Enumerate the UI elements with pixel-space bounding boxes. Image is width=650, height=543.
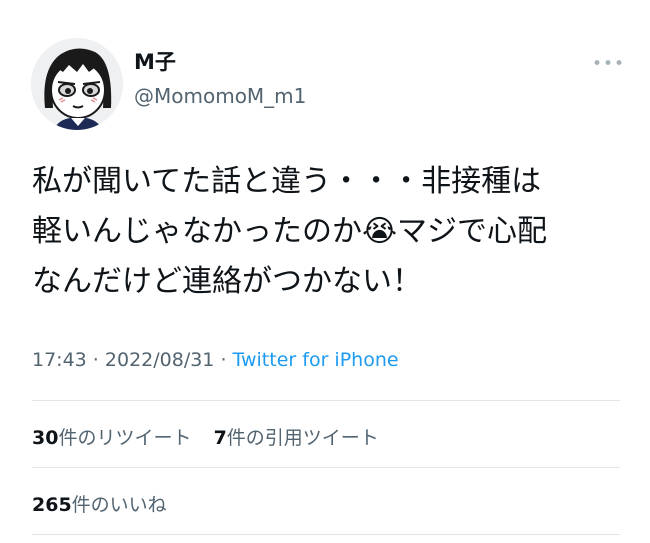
retweets-count: 30 bbox=[32, 427, 59, 449]
retweets-label: 件のリツイート bbox=[58, 427, 192, 449]
meta-separator: · bbox=[86, 349, 105, 371]
tweet-line: なんだけど連絡がつかない！ bbox=[32, 264, 422, 299]
cartoon-girl-avatar-icon bbox=[31, 38, 123, 130]
likes-stat[interactable]: 265件のいいね bbox=[32, 494, 167, 516]
likes-stats-row: 265件のいいね bbox=[32, 490, 167, 517]
user-handle[interactable]: @MomomoM_m1 bbox=[134, 84, 306, 108]
meta-separator: · bbox=[214, 349, 233, 371]
tweet-time[interactable]: 17:43 bbox=[32, 349, 87, 371]
tweet-line: 軽いんじゃなかったのか😭マジで心配 bbox=[32, 214, 548, 249]
tweet-text: 私が聞いてた話と違う・・・非接種は 軽いんじゃなかったのか😭マジで心配 なんだけ… bbox=[32, 157, 627, 307]
likes-label: 件のいいね bbox=[71, 494, 167, 516]
tweet-date[interactable]: 2022/08/31 bbox=[105, 349, 215, 371]
quotes-count: 7 bbox=[213, 427, 227, 449]
quotes-label: 件の引用ツイート bbox=[226, 427, 379, 449]
tweet-meta: 17:43 · 2022/08/31 · Twitter for iPhone bbox=[32, 349, 399, 371]
tweet-line: 私が聞いてた話と違う・・・非接種は bbox=[32, 164, 542, 199]
display-name[interactable]: M子 bbox=[134, 46, 176, 76]
engagement-stats-row: 30件のリツイート 7件の引用ツイート bbox=[32, 423, 379, 450]
tweet-source-link[interactable]: Twitter for iPhone bbox=[233, 349, 399, 371]
retweets-stat[interactable]: 30件のリツイート bbox=[32, 427, 191, 449]
divider bbox=[32, 400, 620, 401]
divider bbox=[32, 534, 620, 535]
more-dots-icon[interactable]: ••• bbox=[592, 54, 625, 74]
likes-count: 265 bbox=[32, 494, 72, 516]
quotes-stat[interactable]: 7件の引用ツイート bbox=[214, 427, 379, 449]
avatar[interactable] bbox=[31, 38, 123, 130]
divider bbox=[32, 467, 620, 468]
